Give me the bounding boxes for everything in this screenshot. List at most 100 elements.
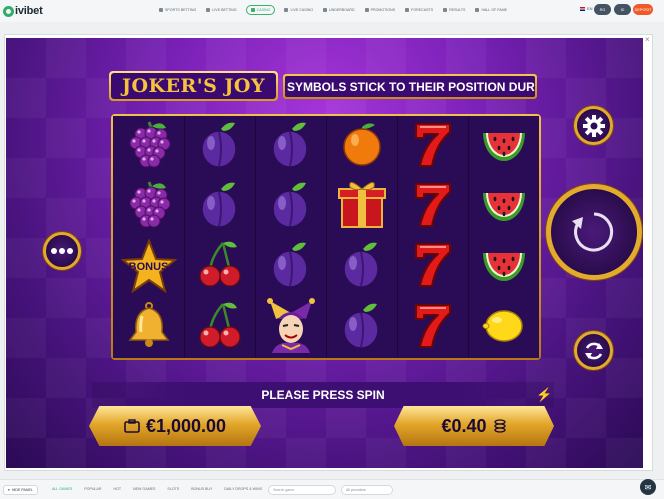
top-navigation-bar: ivibet Sports betting Live betting Casino L… xyxy=(0,0,664,22)
category-tab-new-games[interactable]: New games xyxy=(133,487,155,491)
chat-support-icon[interactable]: ✉ xyxy=(640,479,656,495)
plum-icon xyxy=(339,239,385,294)
reel-symbol xyxy=(468,116,539,176)
category-tab-bonus-buy[interactable]: Bonus buy xyxy=(191,487,212,491)
nav-label: Sports betting xyxy=(165,8,197,12)
reel-symbol xyxy=(184,176,255,236)
plum-icon xyxy=(268,239,314,294)
nav-label: Results xyxy=(449,8,466,12)
seven-icon xyxy=(410,118,456,175)
nav-icon xyxy=(206,8,211,12)
joker-icon xyxy=(264,297,318,358)
hide-panel-icon: ▾ xyxy=(8,488,10,492)
close-game-icon[interactable]: × xyxy=(645,35,650,44)
settings-button[interactable] xyxy=(574,106,613,145)
category-tab-popular[interactable]: Popular xyxy=(84,487,101,491)
bonus-label: BONUS xyxy=(128,260,169,273)
grapes-icon xyxy=(126,178,172,235)
watermelon-icon xyxy=(479,121,529,172)
logo-mark-icon xyxy=(3,5,14,17)
orange-icon xyxy=(339,119,385,174)
brand-logo[interactable]: ivibet xyxy=(3,3,43,19)
grapes-icon xyxy=(126,118,172,175)
watermelon-icon xyxy=(479,241,529,292)
autoplay-button[interactable] xyxy=(574,331,613,370)
game-categories: All games Popular Hot New games Slots Bonus b… xyxy=(52,487,262,491)
reel-symbol xyxy=(397,176,468,236)
plum-icon xyxy=(197,179,243,234)
nav-item-casino[interactable]: Casino xyxy=(245,5,276,15)
game-logo: JOKER'S JOY xyxy=(109,71,278,101)
reel-divider xyxy=(183,116,185,358)
reel-symbol xyxy=(113,297,184,358)
brand-name: ivibet xyxy=(15,5,43,17)
info-marquee: SYMBOLS STICK TO THEIR POSITION DURING F… xyxy=(283,74,537,99)
cherries-icon xyxy=(197,239,243,294)
provider-select[interactable]: All providers xyxy=(341,485,393,495)
category-tab-hot[interactable]: Hot xyxy=(113,487,121,491)
reel-grid: BONUS xyxy=(113,116,539,358)
responsible-gaming-button[interactable]: RG xyxy=(594,4,611,15)
reel-symbol xyxy=(184,237,255,297)
hide-panel-label: HIDE PANEL xyxy=(11,488,33,492)
nav-label: Live casino xyxy=(290,8,314,12)
nav-icon xyxy=(364,8,369,12)
cherries-icon xyxy=(197,300,243,355)
balance-panel: €1,000.00 xyxy=(89,406,261,446)
reel-divider xyxy=(254,116,256,358)
status-message: PLEASE PRESS SPIN xyxy=(92,382,554,408)
reel-symbol xyxy=(326,237,397,297)
bell-icon xyxy=(126,300,172,355)
spin-button[interactable] xyxy=(546,184,642,280)
reel-symbol xyxy=(326,176,397,236)
category-tab-daily-drops-wins[interactable]: Daily drops & wins xyxy=(224,487,262,491)
menu-button[interactable] xyxy=(43,232,81,270)
nav-icon xyxy=(443,8,448,12)
autoplay-icon xyxy=(584,342,603,359)
reel-symbol: BONUS xyxy=(113,237,184,297)
uk-flag-icon xyxy=(580,6,585,11)
seven-icon xyxy=(410,238,456,295)
deposit-button[interactable]: DEPOSIT xyxy=(633,4,653,15)
language-selector[interactable]: EN xyxy=(580,6,593,11)
hide-panel-button[interactable]: ▾ HIDE PANEL xyxy=(3,485,38,495)
bet-panel[interactable]: €0.40 xyxy=(394,406,554,446)
slot-game: JOKER'S JOY SYMBOLS STICK TO THEIR POSIT… xyxy=(6,38,643,468)
category-tab-all-games[interactable]: All games xyxy=(52,487,72,491)
nav-label: Live betting xyxy=(212,8,237,12)
balance-value: €1,000.00 xyxy=(145,415,227,436)
games-panel: ▾ HIDE PANEL All games Popular Hot New game… xyxy=(0,479,664,499)
search-game-input[interactable]: Search game xyxy=(268,485,336,495)
nav-item-live-casino[interactable]: Live casino xyxy=(283,5,314,15)
spin-arrow-icon xyxy=(572,212,614,252)
reel-symbol xyxy=(468,237,539,297)
reel-symbol xyxy=(255,176,326,236)
nav-icon xyxy=(475,8,480,12)
nav-item-hall-of-fame[interactable]: Hall of fame xyxy=(474,5,508,15)
language-code: EN xyxy=(587,6,593,11)
dots-icon xyxy=(51,248,73,254)
nav-item-live-betting[interactable]: Live betting xyxy=(205,5,237,15)
nav-item-sports-betting[interactable]: Sports betting xyxy=(158,5,197,15)
nav-item-underboard[interactable]: Underboard xyxy=(322,5,356,15)
turbo-icon[interactable]: ⚡ xyxy=(536,387,552,403)
category-tab-slots[interactable]: Slots xyxy=(167,487,179,491)
coins-icon xyxy=(493,419,506,433)
gear-icon xyxy=(582,114,605,137)
reel-symbol xyxy=(255,116,326,176)
nav-item-promotions[interactable]: Promotions xyxy=(364,5,397,15)
user-account-button[interactable]: ID xyxy=(614,4,631,15)
reel-divider xyxy=(468,116,469,358)
reel-symbol xyxy=(326,297,397,358)
plum-icon xyxy=(197,119,243,174)
nav-label: Promotions xyxy=(370,8,396,12)
nav-label: Hall of fame xyxy=(481,8,508,12)
plum-icon xyxy=(268,179,314,234)
reel-symbol xyxy=(113,176,184,236)
nav-item-forecasts[interactable]: Forecasts xyxy=(404,5,434,15)
reel-symbol xyxy=(255,237,326,297)
reel-divider xyxy=(326,116,327,358)
reel-symbol xyxy=(326,116,397,176)
nav-label: Forecasts xyxy=(411,8,434,12)
nav-item-results[interactable]: Results xyxy=(442,5,466,15)
